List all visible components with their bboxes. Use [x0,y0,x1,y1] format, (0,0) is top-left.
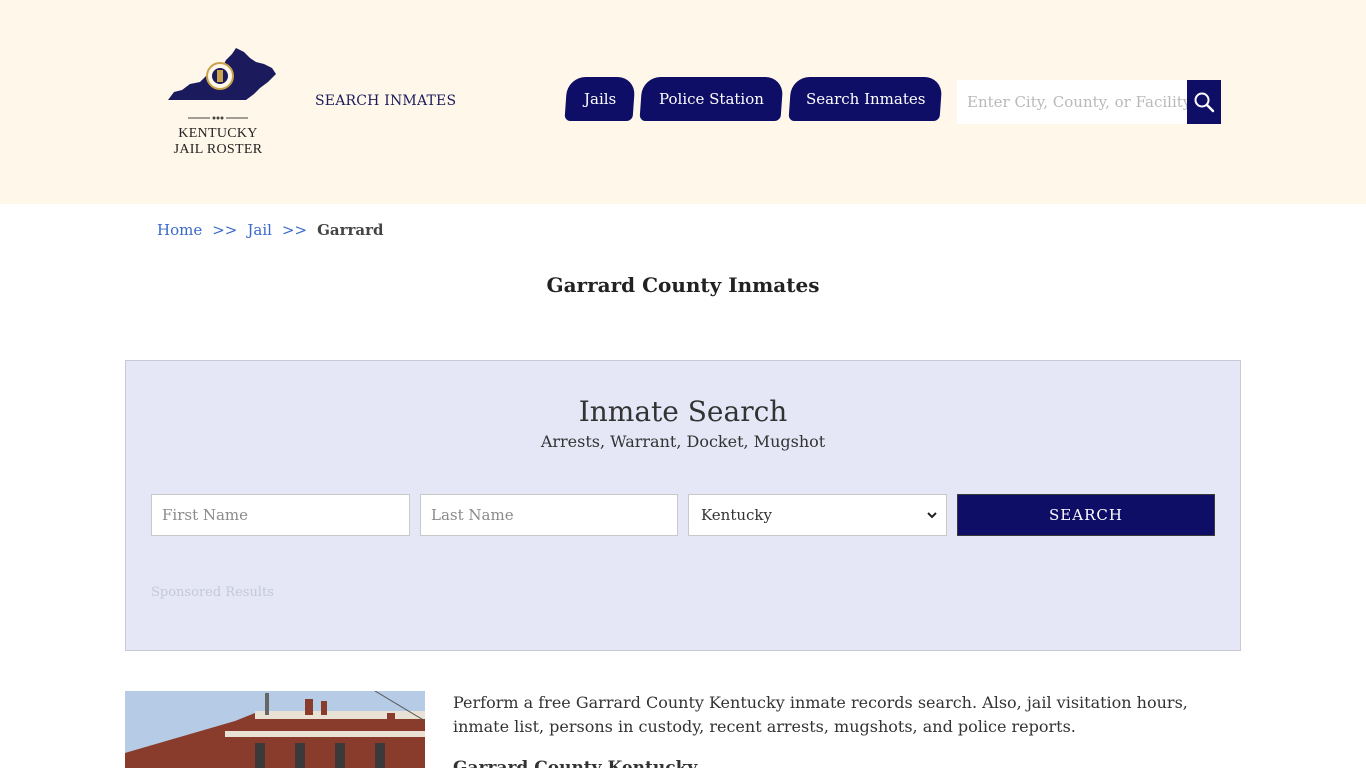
search-inmates-link[interactable]: SEARCH INMATES [315,93,456,109]
section-subheading: Garrard County Kentucky [453,758,698,768]
breadcrumb-current: Garrard [317,221,384,239]
facility-search-button[interactable] [1187,80,1221,124]
nav-police-station-button[interactable]: Police Station [639,77,784,121]
page-title: Garrard County Inmates [546,273,820,297]
facility-search-form [957,80,1221,124]
nav-police-station-label: Police Station [659,90,764,108]
breadcrumb-separator: >> [212,221,238,239]
nav-jails-label: Jails [583,90,617,108]
nav-jails-button[interactable]: Jails [564,77,636,121]
breadcrumb-jail[interactable]: Jail [247,221,272,239]
intro-paragraph: Perform a free Garrard County Kentucky i… [453,693,1188,736]
courthouse-image [125,691,425,768]
inmate-search-panel: Inmate Search Arrests, Warrant, Docket, … [125,360,1241,651]
nav-search-inmates-label: Search Inmates [805,90,926,108]
breadcrumb: Home >> Jail >> Garrard [157,221,384,239]
search-icon [1194,92,1215,113]
state-select[interactable]: Kentucky [688,494,947,536]
site-logo[interactable]: KENTUCKY JAIL ROSTER [156,44,280,164]
nav-search-inmates-button[interactable]: Search Inmates [788,77,943,121]
logo-line-1: KENTUCKY [178,126,258,141]
site-header: KENTUCKY JAIL ROSTER SEARCH INMATES Jail… [0,0,1366,204]
logo-text: KENTUCKY JAIL ROSTER [156,126,280,158]
sponsored-results-label: Sponsored Results [151,585,274,600]
breadcrumb-separator: >> [281,221,308,239]
logo-divider [188,116,248,120]
kentucky-map-icon [168,48,276,100]
courthouse-photo [125,691,425,768]
search-button[interactable]: SEARCH [957,494,1215,536]
panel-subtitle: Arrests, Warrant, Docket, Mugshot [540,432,826,451]
last-name-input[interactable] [420,494,678,536]
logo-line-2: JAIL ROSTER [173,142,263,157]
breadcrumb-home[interactable]: Home [157,221,202,239]
first-name-input[interactable] [151,494,410,536]
facility-search-input[interactable] [957,80,1187,124]
panel-title: Inmate Search [578,395,788,428]
